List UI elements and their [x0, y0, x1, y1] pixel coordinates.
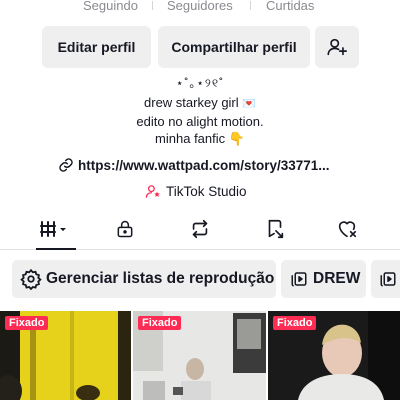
followers-label[interactable]: Seguidores: [167, 0, 233, 13]
bio-line: edito no alight motion.: [136, 114, 264, 129]
repost-icon: [192, 219, 208, 239]
manage-playlists-label: Gerenciar listas de reprodução: [46, 270, 275, 287]
tab-videos[interactable]: [32, 210, 76, 248]
playlist-icon: [291, 272, 307, 287]
tab-saved[interactable]: [255, 210, 295, 248]
video-thumbnail[interactable]: Fixado: [0, 311, 131, 400]
profile-tabs: [0, 210, 400, 250]
profile-stats: Seguindo Seguidores Curtidas: [0, 0, 400, 14]
playlist-drew[interactable]: DREW: [281, 260, 366, 298]
pinned-badge: Fixado: [273, 316, 317, 330]
edit-profile-button[interactable]: Editar perfil: [42, 26, 151, 68]
tab-liked[interactable]: [327, 210, 367, 248]
profile-actions: Editar perfil Compartilhar perfil: [0, 26, 400, 68]
bio-text: drew starkey girl: [144, 95, 239, 110]
bio-line: minha fanfic 👇: [0, 131, 400, 147]
pointing-down-emoji: 👇: [228, 131, 245, 146]
playlist-row: Gerenciar listas de reprodução DREW: [0, 260, 400, 298]
heart-icon: [338, 221, 357, 238]
playlist-next[interactable]: [371, 260, 400, 298]
bio-text: minha fanfic: [155, 131, 226, 146]
tiktok-studio-link[interactable]: TikTok Studio: [145, 182, 247, 200]
stat-divider: [152, 1, 153, 10]
gear-icon: [20, 268, 42, 290]
love-letter-emoji: 💌: [242, 98, 256, 110]
bio-link-url[interactable]: https://www.wattpad.com/story/33771...: [78, 158, 330, 173]
pinned-badge: Fixado: [5, 316, 49, 330]
tab-reposts[interactable]: [180, 210, 220, 248]
bio-link[interactable]: https://www.wattpad.com/story/33771...: [58, 156, 330, 174]
playlist-drew-label: DREW: [313, 270, 361, 287]
tiktok-studio-icon: [145, 184, 160, 198]
tiktok-studio-label[interactable]: TikTok Studio: [166, 184, 247, 199]
add-friend-button[interactable]: [315, 26, 359, 68]
bio-decoration: ⋆˚｡⋆୨୧˚: [175, 76, 225, 90]
likes-label: Curtidas: [266, 0, 315, 13]
lock-icon: [117, 220, 133, 238]
bookmark-icon: [268, 219, 284, 239]
manage-playlists-button[interactable]: Gerenciar listas de reprodução: [12, 260, 276, 298]
stat-divider: [250, 1, 251, 10]
share-profile-button[interactable]: Compartilhar perfil: [158, 26, 310, 68]
following-label[interactable]: Seguindo: [83, 0, 138, 13]
video-thumbnail[interactable]: Fixado: [133, 311, 266, 400]
active-tab-indicator: [36, 248, 76, 250]
playlist-icon: [380, 272, 396, 287]
bio-line: drew starkey girl 💌: [0, 95, 400, 110]
tab-private[interactable]: [105, 210, 145, 248]
add-user-icon: [327, 38, 347, 56]
video-grid: Fixado Fixado Fixado: [0, 311, 400, 400]
pinned-badge: Fixado: [138, 316, 182, 330]
grid-icon: [40, 221, 66, 237]
video-thumbnail[interactable]: Fixado: [268, 311, 400, 400]
link-icon: [59, 158, 73, 172]
